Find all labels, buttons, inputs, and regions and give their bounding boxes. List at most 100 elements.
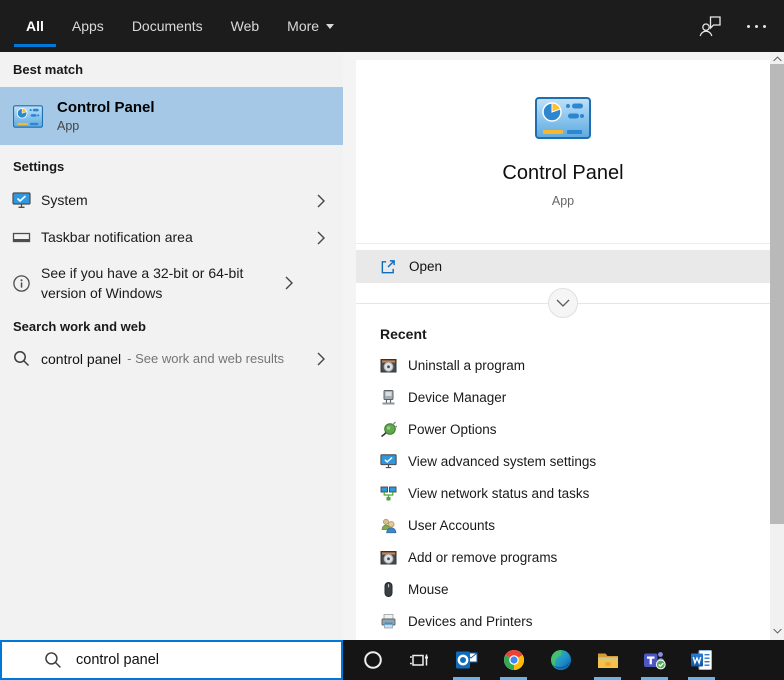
outlook-icon	[455, 648, 479, 672]
settings-item-label: See if you have a 32-bit or 64-bit versi…	[41, 263, 279, 304]
taskbar	[343, 640, 784, 680]
best-match-header: Best match	[0, 52, 343, 77]
tab-apps[interactable]: Apps	[58, 0, 118, 52]
recent-item-label: Add or remove programs	[408, 550, 557, 565]
divider	[356, 243, 770, 244]
scrollbar-thumb[interactable]	[770, 64, 784, 524]
open-external-icon	[380, 259, 396, 275]
control-panel-icon	[535, 97, 591, 139]
tab-documents[interactable]: Documents	[118, 0, 217, 52]
chevron-down-icon	[773, 628, 782, 634]
preview-panel: Control Panel App Open Recent	[356, 60, 770, 640]
recent-item-label: Device Manager	[408, 390, 506, 405]
feedback-icon[interactable]	[697, 14, 723, 38]
recent-item-label: User Accounts	[408, 518, 495, 533]
chevron-right-icon	[317, 352, 325, 366]
taskbar-item-edge[interactable]	[537, 640, 584, 680]
power-plug-icon	[380, 421, 397, 438]
recent-item-devices-and-printers[interactable]: Devices and Printers	[380, 605, 746, 637]
recent-item-view-advanced-system-settings[interactable]: View advanced system settings	[380, 445, 746, 477]
recent-item-label: Uninstall a program	[408, 358, 525, 373]
teams-icon	[643, 648, 667, 672]
chevron-right-icon	[317, 231, 325, 245]
search-icon	[12, 349, 31, 368]
scrollbar-down-button[interactable]	[770, 624, 784, 638]
settings-item-label: System	[41, 190, 311, 210]
program-disc-icon	[380, 549, 397, 566]
search-web-item[interactable]: control panel - See work and web results	[0, 340, 343, 377]
word-icon	[690, 648, 714, 672]
recent-section: Recent Uninstall a program	[356, 323, 770, 637]
system-monitor-icon	[380, 453, 397, 470]
more-options-icon[interactable]	[747, 25, 766, 28]
task-view-icon	[408, 648, 432, 672]
settings-item-taskbar-notification-area[interactable]: Taskbar notification area	[0, 219, 343, 256]
tab-all[interactable]: All	[12, 0, 58, 52]
preview-app-subtitle: App	[552, 194, 574, 208]
edge-icon	[549, 648, 573, 672]
search-icon	[43, 650, 63, 670]
preview-app-title: Control Panel	[502, 162, 623, 185]
tab-more-label: More	[287, 18, 319, 34]
recent-item-label: Power Options	[408, 422, 497, 437]
search-filter-bar: All Apps Documents Web More	[0, 0, 784, 52]
search-web-query: control panel	[41, 351, 121, 367]
search-work-web-header: Search work and web	[0, 310, 343, 334]
tab-documents-label: Documents	[132, 18, 203, 34]
best-match-title: Control Panel	[57, 99, 155, 116]
tab-all-label: All	[26, 18, 44, 34]
results-panel: Best match Control Panel App Settings	[0, 52, 343, 640]
settings-item-label: Taskbar notification area	[41, 227, 311, 247]
recent-item-mouse[interactable]: Mouse	[380, 573, 746, 605]
tab-web-label: Web	[231, 18, 260, 34]
search-web-suffix: - See work and web results	[127, 351, 311, 366]
mouse-icon	[380, 581, 397, 598]
settings-header: Settings	[0, 145, 343, 174]
file-explorer-icon	[596, 648, 620, 672]
tab-apps-label: Apps	[72, 18, 104, 34]
expander-section	[356, 283, 770, 323]
taskbar-item-task-view[interactable]	[396, 640, 443, 680]
chevron-down-icon	[556, 299, 570, 307]
taskbar-item-word[interactable]	[678, 640, 725, 680]
scrollbar[interactable]	[770, 52, 784, 640]
taskbar-search-box[interactable]	[0, 640, 343, 680]
expand-button[interactable]	[548, 288, 578, 318]
recent-item-label: Devices and Printers	[408, 614, 533, 629]
recent-item-label: View network status and tasks	[408, 486, 589, 501]
chevron-down-icon	[326, 24, 334, 29]
recent-item-device-manager[interactable]: Device Manager	[380, 381, 746, 413]
network-icon	[380, 485, 397, 502]
open-label: Open	[409, 259, 442, 274]
taskbar-item-file-explorer[interactable]	[584, 640, 631, 680]
best-match-item-control-panel[interactable]: Control Panel App	[0, 87, 343, 145]
recent-item-label: View advanced system settings	[408, 454, 596, 469]
cortana-icon	[362, 649, 384, 671]
taskbar-icon	[12, 228, 31, 247]
tab-more[interactable]: More	[273, 0, 348, 52]
taskbar-item-teams[interactable]	[631, 640, 678, 680]
recent-item-view-network-status-and-tasks[interactable]: View network status and tasks	[380, 477, 746, 509]
open-action-button[interactable]: Open	[356, 250, 770, 283]
taskbar-item-outlook[interactable]	[443, 640, 490, 680]
printer-icon	[380, 613, 397, 630]
best-match-subtitle: App	[57, 119, 155, 133]
taskbar-item-cortana[interactable]	[349, 640, 396, 680]
recent-item-power-options[interactable]: Power Options	[380, 413, 746, 445]
tab-web[interactable]: Web	[217, 0, 274, 52]
control-panel-icon	[13, 105, 43, 128]
recent-item-add-or-remove-programs[interactable]: Add or remove programs	[380, 541, 746, 573]
recent-item-user-accounts[interactable]: User Accounts	[380, 509, 746, 541]
windows-search-flyout: All Apps Documents Web More	[0, 0, 784, 680]
chevron-right-icon	[285, 276, 293, 290]
program-disc-icon	[380, 357, 397, 374]
settings-item-32-64-bit[interactable]: See if you have a 32-bit or 64-bit versi…	[0, 256, 343, 310]
system-monitor-icon	[12, 191, 31, 210]
search-input[interactable]	[76, 652, 341, 668]
chevron-right-icon	[317, 194, 325, 208]
recent-header: Recent	[380, 326, 746, 342]
taskbar-item-chrome[interactable]	[490, 640, 537, 680]
recent-item-uninstall-a-program[interactable]: Uninstall a program	[380, 349, 746, 381]
settings-item-system[interactable]: System	[0, 182, 343, 219]
device-manager-icon	[380, 389, 397, 406]
